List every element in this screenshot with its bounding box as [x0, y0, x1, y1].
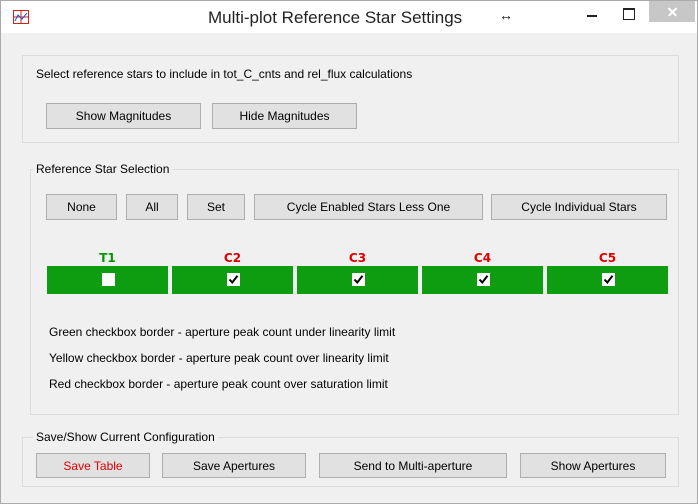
- save-apertures-button[interactable]: Save Apertures: [162, 453, 306, 478]
- checkmark-icon: [228, 275, 238, 285]
- star-label: T1: [99, 251, 116, 265]
- star-checkbox[interactable]: [226, 273, 240, 286]
- star-label: C2: [223, 251, 242, 265]
- star-bar: [47, 266, 168, 294]
- reference-star-selection-heading: Reference Star Selection: [33, 162, 173, 176]
- hide-magnitudes-button[interactable]: Hide Magnitudes: [212, 103, 357, 129]
- minimize-button[interactable]: [577, 1, 607, 27]
- star-label: C3: [348, 251, 367, 265]
- cycle-enabled-stars-button[interactable]: Cycle Enabled Stars Less One: [254, 194, 483, 220]
- star-checkbox[interactable]: [351, 273, 365, 286]
- app-icon: [13, 10, 29, 24]
- green-border-note: Green checkbox border - aperture peak co…: [49, 325, 396, 339]
- select-none-button[interactable]: None: [46, 194, 117, 220]
- star-bar: [547, 266, 668, 294]
- star-c2: C2: [172, 251, 293, 294]
- show-magnitudes-button[interactable]: Show Magnitudes: [46, 103, 201, 129]
- yellow-border-note: Yellow checkbox border - aperture peak c…: [49, 351, 389, 365]
- star-bar: [297, 266, 418, 294]
- star-checkbox[interactable]: [476, 273, 490, 286]
- star-c4: C4: [422, 251, 543, 294]
- window-title: Multi-plot Reference Star Settings: [208, 8, 463, 27]
- save-table-button[interactable]: Save Table: [36, 453, 150, 478]
- star-bar: [422, 266, 543, 294]
- set-button[interactable]: Set: [187, 194, 245, 220]
- red-border-note: Red checkbox border - aperture peak coun…: [49, 377, 388, 391]
- star-checkbox[interactable]: [601, 273, 615, 286]
- checkmark-icon: [603, 275, 613, 285]
- show-apertures-button[interactable]: Show Apertures: [520, 453, 666, 478]
- star-bar: [172, 266, 293, 294]
- select-all-button[interactable]: All: [126, 194, 178, 220]
- settings-window: Multi-plot Reference Star Settings ↔ Sel…: [0, 0, 698, 504]
- configuration-heading: Save/Show Current Configuration: [33, 430, 218, 444]
- send-to-multi-aperture-button[interactable]: Send to Multi-aperture: [319, 453, 507, 478]
- cycle-individual-stars-button[interactable]: Cycle Individual Stars: [491, 194, 667, 220]
- star-label: C5: [598, 251, 617, 265]
- title-bar[interactable]: Multi-plot Reference Star Settings ↔: [1, 1, 697, 33]
- star-c5: C5: [547, 251, 668, 294]
- close-button[interactable]: [649, 1, 695, 22]
- maximize-button[interactable]: [613, 1, 643, 27]
- checkmark-icon: [353, 275, 363, 285]
- star-label: C4: [473, 251, 492, 265]
- star-c3: C3: [297, 251, 418, 294]
- resize-arrows-icon: ↔: [499, 7, 513, 23]
- checkmark-icon: [478, 275, 488, 285]
- star-t1: T1: [47, 251, 168, 294]
- instruction-text: Select reference stars to include in tot…: [36, 67, 413, 81]
- star-checkbox[interactable]: [101, 273, 115, 286]
